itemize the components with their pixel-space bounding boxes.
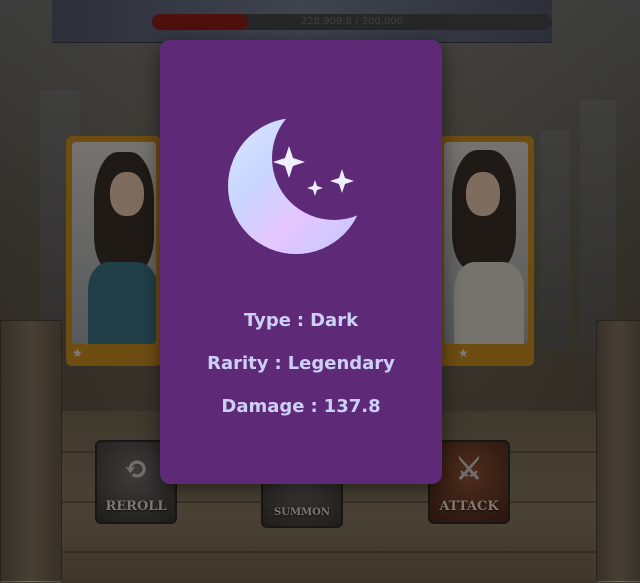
type-label: Type xyxy=(243,310,291,331)
crescent-moon-icon xyxy=(226,108,376,258)
rarity-value: Legendary xyxy=(287,353,395,374)
rarity-label: Rarity xyxy=(207,353,269,374)
card-type: Type: Dark xyxy=(243,310,359,331)
card-detail-popup: Type: Dark Rarity: Legendary Damage:137.8 xyxy=(160,40,442,484)
damage-label: Damage xyxy=(221,396,305,417)
type-value: Dark xyxy=(310,310,359,331)
card-rarity: Rarity: Legendary xyxy=(207,353,395,374)
damage-value: 137.8 xyxy=(323,396,381,417)
card-damage: Damage:137.8 xyxy=(221,396,381,417)
